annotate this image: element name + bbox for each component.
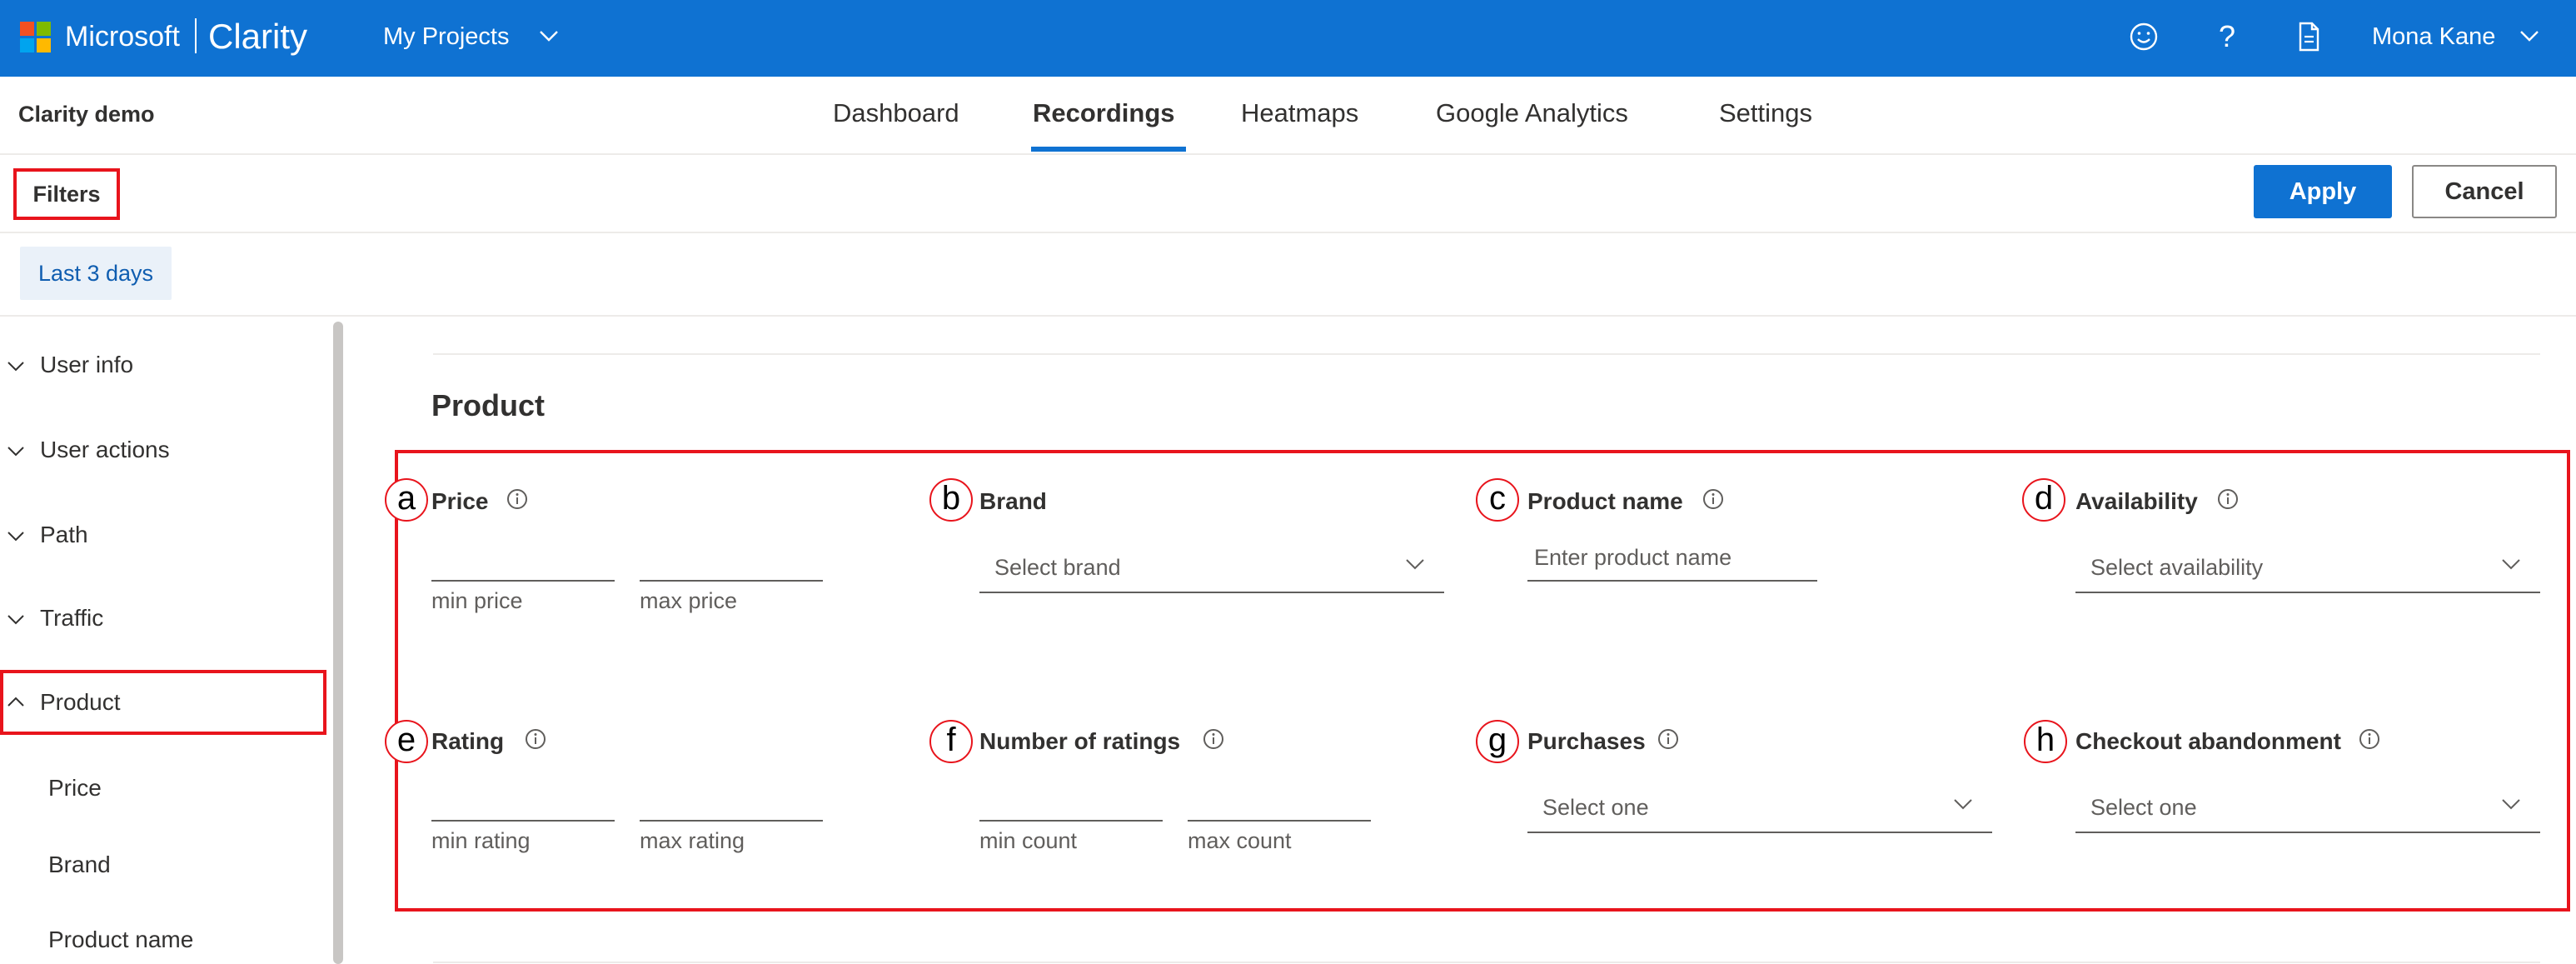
max-price-hint: max price [640, 588, 738, 613]
date-range-chip[interactable]: Last 3 days [20, 247, 172, 300]
info-icon[interactable] [1656, 727, 1681, 752]
my-projects-menu[interactable]: My Projects [383, 18, 509, 55]
min-rating-input[interactable] [431, 820, 615, 822]
purchases-select-placeholder[interactable]: Select one [1542, 795, 1649, 821]
chevron-down-icon [7, 447, 24, 457]
tab-google-analytics[interactable]: Google Analytics [1436, 98, 1628, 128]
chevron-down-icon[interactable] [2500, 553, 2522, 575]
product-name-label: Product name [1527, 488, 1683, 514]
marker-c: c [1476, 478, 1519, 522]
info-icon[interactable] [1701, 487, 1726, 512]
min-count-hint: min count [979, 828, 1078, 853]
min-rating-hint: min rating [431, 828, 531, 853]
sidebar-subitem-brand[interactable]: Brand [48, 852, 111, 878]
nav-bar: Clarity demo Dashboard Recordings Heatma… [0, 77, 2576, 155]
brand-select-placeholder[interactable]: Select brand [994, 555, 1121, 581]
sidebar-item-user-info[interactable]: User info [0, 340, 333, 390]
max-count-hint: max count [1188, 828, 1292, 853]
number-of-ratings-label: Number of ratings [979, 728, 1181, 754]
tab-recordings[interactable]: Recordings [1033, 98, 1175, 128]
microsoft-logo-icon [20, 22, 52, 53]
chevron-down-icon [7, 362, 24, 372]
divider [433, 962, 2540, 963]
max-price-input[interactable] [640, 580, 823, 582]
chevron-down-icon [7, 615, 24, 625]
divider [0, 315, 2576, 317]
tab-settings[interactable]: Settings [1719, 98, 1812, 128]
active-tab-indicator [1031, 147, 1186, 152]
availability-label: Availability [2075, 488, 2198, 514]
max-rating-input[interactable] [640, 820, 823, 822]
sidebar-item-traffic[interactable]: Traffic [0, 593, 333, 643]
checkout-abandonment-label: Checkout abandonment [2075, 728, 2341, 754]
info-icon[interactable] [505, 487, 530, 512]
marker-a: a [385, 478, 428, 522]
marker-d: d [2022, 478, 2065, 522]
availability-select-placeholder[interactable]: Select availability [2090, 555, 2263, 581]
product-name-input[interactable] [1527, 580, 1817, 582]
info-icon[interactable] [1201, 727, 1226, 752]
filters-toolbar: Filters Apply Cancel [0, 155, 2576, 233]
sidebar-subitem-price[interactable]: Price [48, 775, 102, 802]
filters-heading: Filters [13, 168, 120, 220]
brand-label: Brand [979, 488, 1047, 514]
chevron-up-icon [7, 697, 24, 707]
purchases-label: Purchases [1527, 728, 1646, 754]
project-name: Clarity demo [18, 102, 155, 127]
cancel-button[interactable]: Cancel [2412, 165, 2557, 218]
top-bar: Microsoft Clarity My Projects ? Mona Kan… [0, 0, 2576, 77]
sidebar-item-label: Traffic [40, 605, 104, 631]
document-icon[interactable] [2289, 17, 2329, 57]
sidebar-subitem-product-name[interactable]: Product name [48, 927, 193, 953]
brand-microsoft: Microsoft [65, 21, 180, 52]
chevron-down-icon[interactable] [1952, 793, 1974, 815]
brand-select[interactable] [979, 592, 1444, 593]
info-icon[interactable] [523, 727, 548, 752]
marker-b: b [929, 478, 973, 522]
sidebar-scrollbar[interactable] [333, 322, 343, 964]
user-name[interactable]: Mona Kane [2372, 18, 2495, 55]
min-count-input[interactable] [979, 820, 1163, 822]
chevron-down-icon[interactable] [2500, 793, 2522, 815]
filter-category-sidebar: User info User actions Path Traffic Prod… [0, 318, 346, 964]
min-price-input[interactable] [431, 580, 615, 582]
divider [433, 353, 2540, 355]
marker-h: h [2024, 720, 2067, 763]
min-price-hint: min price [431, 588, 523, 613]
tab-heatmaps[interactable]: Heatmaps [1241, 98, 1358, 128]
checkout-abandonment-select[interactable] [2075, 832, 2540, 833]
rating-label: Rating [431, 728, 505, 754]
sidebar-item-path[interactable]: Path [0, 510, 333, 560]
user-menu-chevron-down-icon[interactable] [2519, 25, 2540, 47]
availability-select[interactable] [2075, 592, 2540, 593]
sidebar-item-label: Product [40, 689, 121, 715]
purchases-select[interactable] [1527, 832, 1992, 833]
product-name-placeholder[interactable]: Enter product name [1534, 545, 1731, 571]
checkout-abandonment-select-placeholder[interactable]: Select one [2090, 795, 2197, 821]
sidebar-item-user-actions[interactable]: User actions [0, 425, 333, 475]
chevron-down-icon[interactable] [538, 25, 560, 47]
price-label: Price [431, 488, 489, 514]
marker-e: e [385, 720, 428, 763]
apply-button[interactable]: Apply [2254, 165, 2392, 218]
sidebar-item-label: User actions [40, 437, 170, 462]
chevron-down-icon[interactable] [1404, 553, 1426, 575]
section-title-product: Product [431, 388, 546, 422]
tab-dashboard[interactable]: Dashboard [833, 98, 959, 128]
marker-f: f [929, 720, 973, 763]
marker-g: g [1476, 720, 1519, 763]
info-icon[interactable] [2215, 487, 2240, 512]
smile-icon[interactable] [2124, 17, 2164, 57]
sidebar-item-product[interactable]: Product [0, 670, 326, 735]
chevron-down-icon [7, 532, 24, 542]
help-icon[interactable]: ? [2207, 17, 2247, 57]
max-count-input[interactable] [1188, 820, 1371, 822]
max-rating-hint: max rating [640, 828, 745, 853]
sidebar-item-label: User info [40, 352, 134, 377]
info-icon[interactable] [2357, 727, 2382, 752]
sidebar-item-label: Path [40, 522, 88, 547]
brand-clarity[interactable]: Clarity [208, 15, 307, 58]
brand-separator [195, 18, 197, 53]
